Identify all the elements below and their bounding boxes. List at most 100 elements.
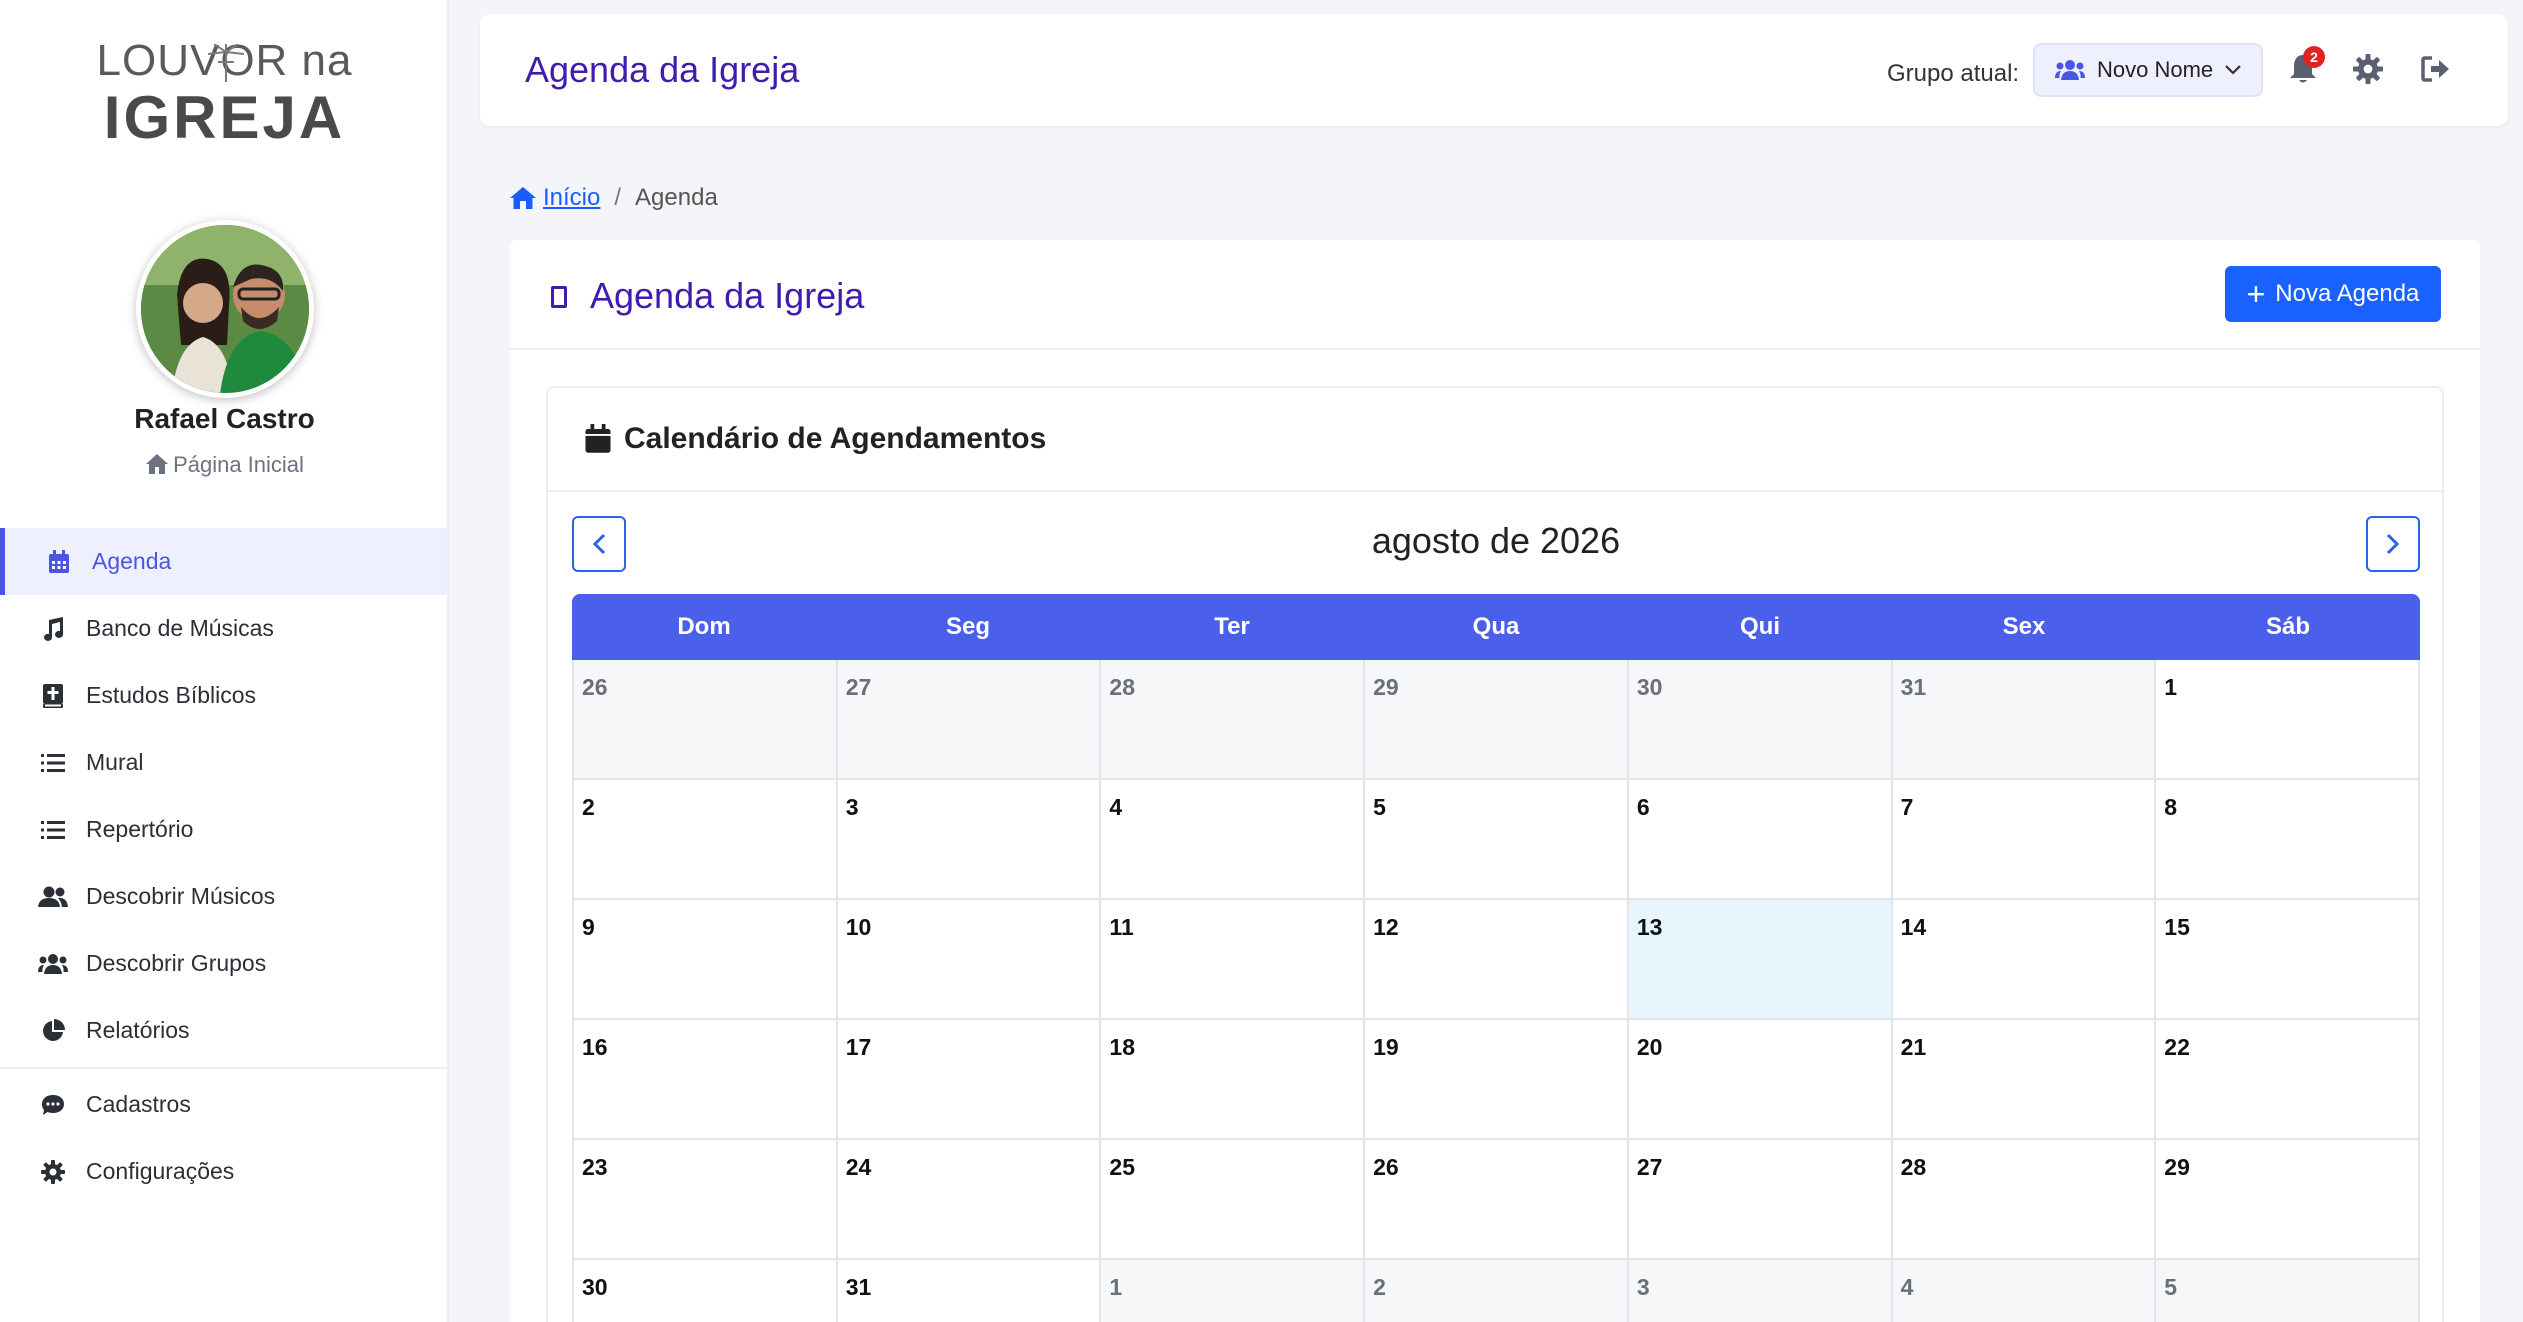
day-number: 8 (2164, 794, 2178, 820)
sidebar-divider (0, 1067, 447, 1069)
calendar-day[interactable]: 12 (1365, 900, 1629, 1020)
bible-icon (38, 681, 68, 711)
calendar-day[interactable]: 3 (837, 780, 1102, 900)
calendar-day[interactable]: 7 (1892, 780, 2157, 900)
calendar-day[interactable]: 11 (1101, 900, 1366, 1020)
day-number: 1 (1109, 1274, 1123, 1300)
calendar-day[interactable]: 5 (1365, 780, 1629, 900)
calendar-day[interactable]: 29 (2156, 1140, 2420, 1260)
calendar-day[interactable]: 1 (2156, 660, 2420, 780)
calendar-day[interactable]: 23 (574, 1140, 838, 1260)
calendar-day[interactable]: 17 (837, 1020, 1102, 1140)
day-number: 4 (1109, 794, 1123, 820)
calendar-day[interactable]: 19 (1365, 1020, 1629, 1140)
sidebar: LOUVOR na IGREJA Rafael Castro Página In… (0, 0, 449, 1322)
calendar-icon (585, 424, 611, 453)
calendar-day[interactable]: 31 (838, 1260, 1102, 1322)
group-select[interactable]: Novo Nome (2033, 43, 2263, 97)
calendar-day[interactable]: 31 (1892, 660, 2157, 780)
month-title: agosto de 2026 (1371, 520, 1621, 561)
calendar-day-today[interactable]: 13 (1628, 900, 1893, 1020)
sidebar-item-repertorio[interactable]: Repertório (0, 796, 447, 863)
day-number: 25 (1109, 1154, 1136, 1180)
sidebar-item-configuracoes[interactable]: Configurações (0, 1138, 447, 1205)
day-number: 27 (1636, 1154, 1663, 1180)
logout-icon (2421, 56, 2449, 82)
sidebar-item-banco-de-musicas[interactable]: Banco de Músicas (0, 595, 447, 662)
calendar-day[interactable]: 4 (1101, 780, 1366, 900)
calendar-day[interactable]: 15 (2156, 900, 2420, 1020)
user-home-link[interactable]: Página Inicial (0, 452, 449, 478)
calendar-day[interactable]: 30 (1628, 660, 1893, 780)
notification-badge: 2 (2303, 46, 2325, 68)
app-logo[interactable]: LOUVOR na IGREJA (0, 36, 449, 150)
calendar-day[interactable]: 27 (837, 660, 1102, 780)
calendar-day[interactable]: 10 (837, 900, 1102, 1020)
calendar-day[interactable]: 5 (2156, 1260, 2420, 1322)
day-number: 23 (582, 1154, 608, 1180)
users-group-icon (2055, 60, 2085, 80)
calendar-day[interactable]: 2 (574, 780, 838, 900)
calendar-day[interactable]: 6 (1628, 780, 1893, 900)
sidebar-item-label: Descobrir Grupos (86, 950, 267, 976)
day-number: 28 (1900, 1154, 1927, 1180)
settings-button[interactable] (2351, 52, 2385, 86)
calendar-day[interactable]: 4 (1892, 1260, 2157, 1322)
calendar-day[interactable]: 22 (2156, 1020, 2420, 1140)
next-month-button[interactable] (2366, 516, 2420, 572)
calendar-day[interactable]: 3 (1628, 1260, 1893, 1322)
sidebar-item-cadastros[interactable]: Cadastros (0, 1071, 447, 1138)
weekday-header: Dom Seg Ter Qua Qui Sex Sáb (572, 594, 2420, 660)
calendar-day[interactable]: 28 (1101, 660, 1366, 780)
new-agenda-button[interactable]: + Nova Agenda (2225, 266, 2441, 322)
day-number: 18 (1109, 1034, 1136, 1060)
sidebar-item-descobrir-grupos[interactable]: Descobrir Grupos (0, 930, 447, 997)
calendar-day[interactable]: 26 (1365, 1140, 1629, 1260)
sidebar-item-estudos-biblicos[interactable]: Estudos Bíblicos (0, 662, 447, 729)
sidebar-item-mural[interactable]: Mural (0, 729, 447, 796)
list-icon (38, 815, 68, 845)
day-number: 26 (582, 674, 608, 700)
calendar-day[interactable]: 18 (1101, 1020, 1366, 1140)
calendar-day[interactable]: 9 (574, 900, 838, 1020)
day-number: 9 (582, 914, 595, 940)
calendar-day[interactable]: 21 (1892, 1020, 2157, 1140)
calendar-day[interactable]: 2 (1365, 1260, 1629, 1322)
calendar-day[interactable]: 28 (1892, 1140, 2157, 1260)
sidebar-item-label: Banco de Músicas (86, 615, 274, 641)
sidebar-item-relatorios[interactable]: Relatórios (0, 997, 447, 1064)
weekday-label: Sáb (2265, 613, 2310, 640)
sidebar-item-descobrir-musicos[interactable]: Descobrir Músicos (0, 863, 447, 930)
weekday-label: Ter (1214, 613, 1250, 640)
weekday-label: Dom (677, 613, 731, 640)
weekday-label: Qua (1472, 613, 1520, 640)
sidebar-item-label: Descobrir Músicos (86, 883, 276, 909)
calendar-day[interactable]: 20 (1628, 1020, 1893, 1140)
sidebar-item-label: Relatórios (86, 1017, 190, 1043)
avatar[interactable] (136, 220, 314, 398)
day-number: 10 (845, 914, 872, 940)
day-number: 27 (845, 674, 872, 700)
calendar-day[interactable]: 25 (1101, 1140, 1366, 1260)
calendar-day[interactable]: 27 (1628, 1140, 1893, 1260)
calendar-day[interactable]: 16 (574, 1020, 838, 1140)
avatar-photo (141, 225, 309, 393)
calendar-day[interactable]: 1 (1101, 1260, 1366, 1322)
group-label: Grupo atual: (1887, 60, 2020, 87)
main-card: Agenda da Igreja + Nova Agenda Calendári… (510, 240, 2480, 1322)
calendar-day[interactable]: 14 (1892, 900, 2157, 1020)
calendar-day[interactable]: 26 (574, 660, 838, 780)
calendar-day[interactable]: 30 (574, 1260, 838, 1322)
users-icon (38, 882, 68, 912)
day-number: 13 (1636, 914, 1663, 940)
calendar-card-header: Calendário de Agendamentos (548, 388, 2442, 492)
calendar-day[interactable]: 24 (837, 1140, 1102, 1260)
day-number: 3 (1636, 1274, 1650, 1300)
logout-button[interactable] (2419, 52, 2453, 86)
calendar-day[interactable]: 8 (2156, 780, 2420, 900)
calendar-grid: Dom Seg Ter Qua Qui Sex Sáb 26 27 28 29 30 31 1 2 3 4 5 6… (572, 594, 2420, 1322)
breadcrumb-home-link[interactable]: Início (543, 184, 600, 212)
sidebar-item-agenda[interactable]: Agenda (0, 528, 447, 595)
day-number: 20 (1636, 1034, 1663, 1060)
calendar-day[interactable]: 29 (1365, 660, 1629, 780)
